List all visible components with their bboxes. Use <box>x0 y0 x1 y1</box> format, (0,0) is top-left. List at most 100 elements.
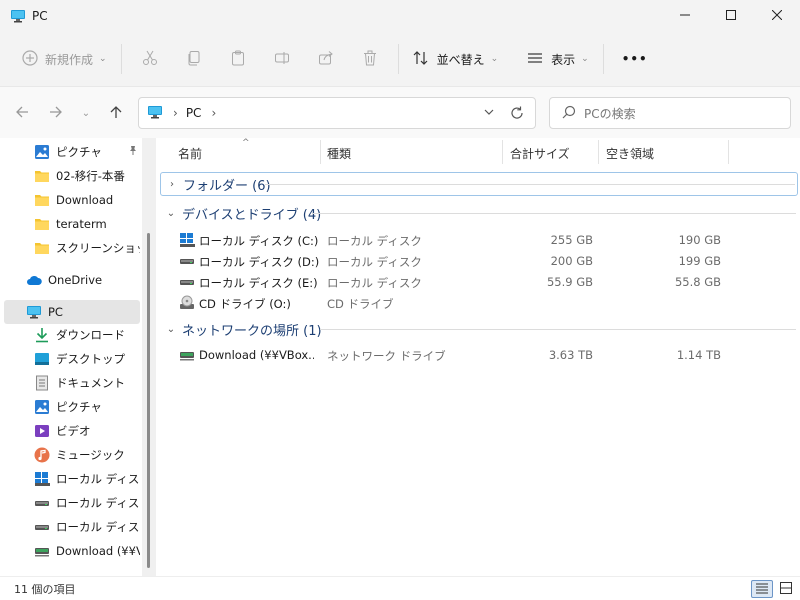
sidebar-item-drive-d[interactable]: ローカル ディスク (D <box>4 492 140 514</box>
drive-type: ローカル ディスク <box>327 234 422 248</box>
group-title: フォルダー (6) <box>183 178 271 194</box>
navigation-bar: ⌄ › PC › PCの検索 <box>0 86 800 138</box>
column-header-free-space[interactable]: 空き領域 <box>606 138 654 168</box>
drive-name: ローカル ディスク (E:) <box>199 276 318 290</box>
sidebar-scrollbar[interactable] <box>142 138 156 576</box>
sidebar-item-desktop[interactable]: デスクトップ <box>4 348 140 370</box>
drive-total-size: 55.9 GB <box>546 275 593 289</box>
computer-icon <box>147 104 163 123</box>
scissors-icon <box>142 50 158 69</box>
cut-button[interactable] <box>128 42 172 76</box>
sidebar-item-pictures-quick[interactable]: ピクチャ <box>4 141 140 163</box>
search-icon <box>562 105 576 122</box>
chevron-down-icon: ⌄ <box>81 107 91 119</box>
cloud-icon <box>26 272 42 288</box>
arrow-up-icon <box>109 105 123 122</box>
sidebar-item-pc[interactable]: PC <box>4 300 140 324</box>
sidebar-item-screenshots[interactable]: スクリーンショット <box>4 237 140 259</box>
copy-icon <box>186 50 202 69</box>
desktop-icon <box>34 351 50 367</box>
sidebar-item-onedrive[interactable]: OneDrive <box>4 269 140 291</box>
sidebar-item-videos[interactable]: ビデオ <box>4 420 140 442</box>
column-divider[interactable] <box>728 140 729 164</box>
up-button[interactable] <box>104 101 128 125</box>
new-label: 新規作成 <box>45 52 94 67</box>
table-row[interactable]: CD ドライブ (O:) CD ドライブ <box>160 293 800 313</box>
breadcrumb-pc[interactable]: PC <box>186 106 202 120</box>
sidebar-item-downloads[interactable]: ダウンロード <box>4 324 140 346</box>
scrollbar-thumb[interactable] <box>147 233 150 568</box>
sidebar-item-teraterm[interactable]: teraterm <box>4 213 140 235</box>
drive-name: ローカル ディスク (D:) <box>199 255 320 269</box>
column-header-name[interactable]: 名前 <box>178 138 202 168</box>
drive-type: ローカル ディスク <box>327 255 422 269</box>
table-row[interactable]: ローカル ディスク (E:) ローカル ディスク 55.9 GB 55.8 GB <box>160 272 800 292</box>
view-button[interactable]: 表示 ⌄ <box>519 42 597 76</box>
recent-locations-button[interactable]: ⌄ <box>76 101 96 125</box>
paste-button[interactable] <box>216 42 260 76</box>
sidebar-item-drive-c[interactable]: ローカル ディスク (C <box>4 468 140 490</box>
share-button[interactable] <box>304 42 348 76</box>
details-view-button[interactable] <box>751 580 773 598</box>
drive-name: CD ドライブ (O:) <box>199 297 291 311</box>
copy-button[interactable] <box>172 42 216 76</box>
rename-icon <box>274 50 290 69</box>
refresh-icon[interactable] <box>509 105 525 124</box>
table-row[interactable]: ローカル ディスク (C:) ローカル ディスク 255 GB 190 GB <box>160 230 800 250</box>
drive-icon <box>34 519 50 535</box>
sort-button[interactable]: 並べ替え ⌄ <box>405 42 507 76</box>
clipboard-icon <box>230 50 246 69</box>
computer-icon <box>10 8 26 24</box>
command-bar: 新規作成 ⌄ 並べ替え ⌄ 表示 ⌄ ••• <box>0 32 800 86</box>
forward-button[interactable] <box>44 101 68 125</box>
maximize-button[interactable] <box>708 0 754 32</box>
column-divider[interactable] <box>320 140 321 164</box>
back-button[interactable] <box>10 101 34 125</box>
breadcrumb-chevron-icon[interactable]: › <box>211 106 216 120</box>
table-row[interactable]: ローカル ディスク (D:) ローカル ディスク 200 GB 199 GB <box>160 251 800 271</box>
divider <box>120 44 122 74</box>
system-drive-icon <box>179 232 195 248</box>
more-button[interactable]: ••• <box>610 42 660 76</box>
large-icons-view-button[interactable] <box>775 580 797 598</box>
maximize-icon <box>726 9 736 23</box>
group-header-devices[interactable]: ⌄ デバイスとドライブ (4) <box>160 202 800 224</box>
drive-icon <box>179 274 195 290</box>
new-button[interactable]: 新規作成 ⌄ <box>14 42 115 76</box>
group-title: デバイスとドライブ (4) <box>182 207 322 223</box>
search-box[interactable]: PCの検索 <box>549 97 791 129</box>
column-divider[interactable] <box>502 140 503 164</box>
sidebar-item-02-migration-prod[interactable]: 02-移行-本番 <box>4 165 140 187</box>
sidebar-item-pictures[interactable]: ピクチャ <box>4 396 140 418</box>
sidebar-item-network-download[interactable]: Download (¥¥VB <box>4 540 140 562</box>
sidebar-item-drive-e[interactable]: ローカル ディスク (E <box>4 516 140 538</box>
minimize-button[interactable] <box>662 0 708 32</box>
pictures-icon <box>34 399 50 415</box>
sort-ascending-icon: ^ <box>242 138 250 148</box>
column-header-type[interactable]: 種類 <box>327 138 351 168</box>
group-title: ネットワークの場所 (1) <box>182 323 322 339</box>
divider <box>602 44 604 74</box>
view-label: 表示 <box>551 52 576 67</box>
breadcrumb-chevron-icon[interactable]: › <box>173 106 178 120</box>
pictures-icon <box>34 144 50 160</box>
sidebar-item-download-folder[interactable]: Download <box>4 189 140 211</box>
sidebar-item-documents[interactable]: ドキュメント <box>4 372 140 394</box>
rename-button[interactable] <box>260 42 304 76</box>
group-header-network[interactable]: ⌄ ネットワークの場所 (1) <box>160 318 800 340</box>
sidebar-item-music[interactable]: ミュージック <box>4 444 140 466</box>
share-icon <box>318 50 334 69</box>
drive-free-space: 55.8 GB <box>674 275 721 289</box>
column-divider[interactable] <box>598 140 599 164</box>
close-button[interactable] <box>754 0 800 32</box>
drive-type: ローカル ディスク <box>327 276 422 290</box>
minimize-icon <box>680 9 690 23</box>
system-drive-icon <box>34 471 50 487</box>
chevron-down-icon[interactable] <box>483 106 495 121</box>
address-bar[interactable]: › PC › <box>138 97 536 129</box>
arrow-right-icon <box>49 105 63 122</box>
table-row[interactable]: Download (¥¥VBox... ネットワーク ドライブ 3.63 TB … <box>160 345 800 365</box>
column-header-total-size[interactable]: 合計サイズ <box>510 138 570 168</box>
delete-button[interactable] <box>348 42 392 76</box>
group-header-folders[interactable]: › フォルダー (6) <box>160 172 798 196</box>
